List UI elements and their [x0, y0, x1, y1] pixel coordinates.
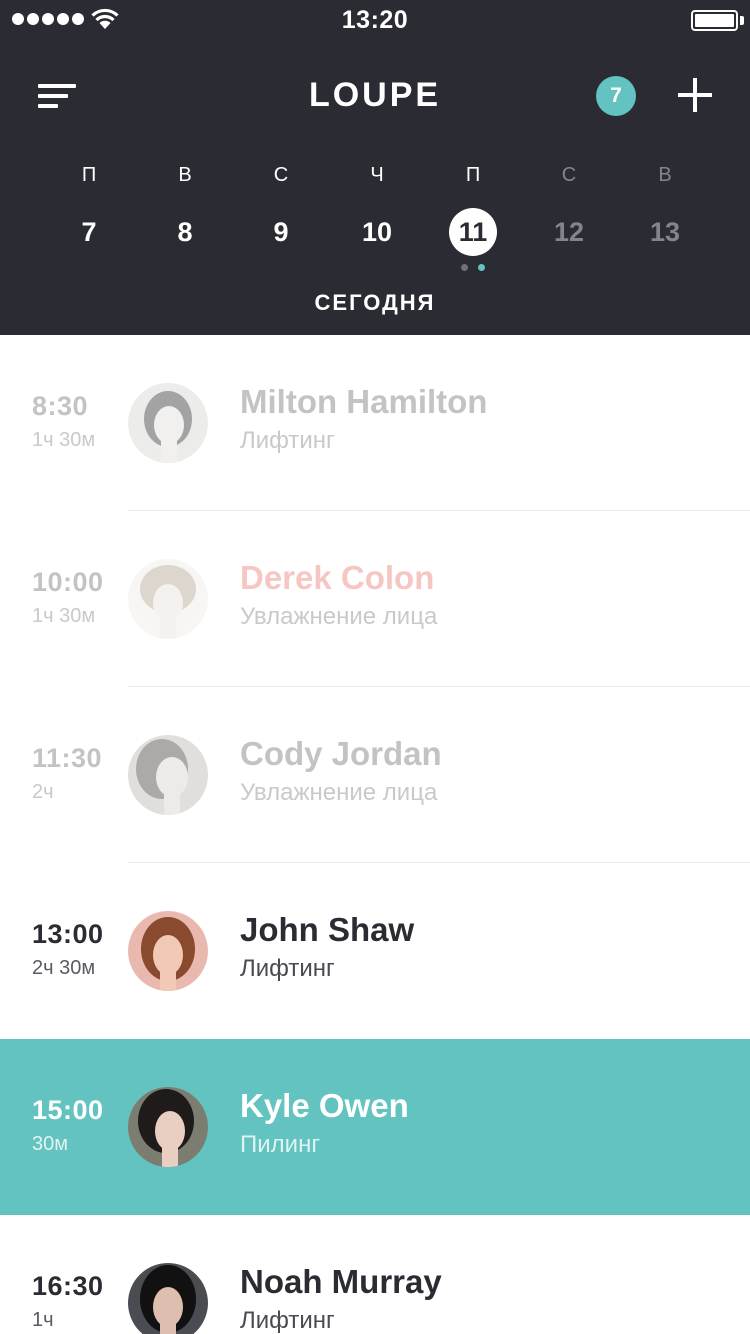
avatar — [128, 735, 208, 815]
day-number: 9 — [273, 217, 289, 247]
appointment-time: 8:30 — [32, 391, 89, 421]
client-name: Derek Colon — [240, 559, 435, 596]
service-name: Лифтинг — [240, 1307, 335, 1334]
day-8[interactable]: В 8 — [137, 160, 233, 256]
client-name: Cody Jordan — [240, 735, 442, 772]
dot-indicator-active — [478, 264, 485, 271]
avatar — [128, 383, 208, 463]
appointment-duration: 1ч 30м — [32, 605, 96, 627]
app-title: LOUPE — [308, 76, 442, 114]
today-label[interactable]: СЕГОДНЯ — [0, 290, 750, 316]
appointment-duration: 30м — [32, 1133, 68, 1155]
day-number: 13 — [649, 217, 681, 247]
notification-badge[interactable]: 7 — [596, 76, 636, 116]
appointment-row-current[interactable]: 15:00 30м Kyle Owen Пилинг — [0, 1039, 750, 1215]
appointment-time: 15:00 — [32, 1095, 104, 1125]
battery-icon — [691, 10, 738, 31]
client-name: Milton Hamilton — [240, 383, 488, 420]
header: 13:20 LOUPE 7 П 7 В 8 С 9 Ч 10 П 11 С 12… — [0, 0, 750, 335]
week-strip: П 7 В 8 С 9 Ч 10 П 11 С 12 В 13 — [41, 160, 713, 271]
day-10[interactable]: Ч 10 — [329, 160, 425, 256]
day-letter: С — [273, 164, 289, 186]
day-letter: П — [465, 164, 481, 186]
day-13[interactable]: В 13 — [617, 160, 713, 256]
day-letter: С — [561, 164, 577, 186]
day-number: 7 — [81, 217, 97, 247]
day-letter: Ч — [370, 164, 384, 186]
app-screen: 13:20 LOUPE 7 П 7 В 8 С 9 Ч 10 П 11 С 12… — [0, 0, 750, 1334]
appointment-duration: 1ч — [32, 1309, 54, 1331]
appointment-time: 11:30 — [32, 743, 103, 773]
appointment-row[interactable]: 11:30 2ч Cody Jordan Увлажнение лица — [0, 687, 750, 863]
appointment-row[interactable]: 13:00 2ч 30м John Shaw Лифтинг — [0, 863, 750, 1039]
day-letter: В — [658, 164, 672, 186]
service-name: Лифтинг — [240, 427, 335, 454]
day-letter: В — [178, 164, 192, 186]
appointment-dots — [425, 264, 521, 271]
day-number: 8 — [177, 217, 193, 247]
avatar — [128, 1087, 208, 1167]
day-letter: П — [81, 164, 97, 186]
day-number: 12 — [553, 217, 585, 247]
add-icon[interactable] — [678, 78, 712, 112]
day-12[interactable]: С 12 — [521, 160, 617, 256]
day-number: 10 — [361, 217, 393, 247]
appointment-duration: 2ч 30м — [32, 957, 96, 979]
battery-tip — [740, 16, 744, 25]
status-bar: 13:20 — [0, 0, 750, 40]
day-number: 11 — [449, 208, 497, 256]
avatar — [128, 911, 208, 991]
avatar — [128, 559, 208, 639]
service-name: Увлажнение лица — [240, 603, 438, 630]
client-name: Noah Murray — [240, 1263, 442, 1300]
appointment-row[interactable]: 10:00 1ч 30м Derek Colon Увлажнение лица — [0, 511, 750, 687]
service-name: Пилинг — [240, 1131, 321, 1158]
service-name: Увлажнение лица — [240, 779, 438, 806]
appointment-row[interactable]: 8:30 1ч 30м Milton Hamilton Лифтинг — [0, 335, 750, 511]
appointment-list: 8:30 1ч 30м Milton Hamilton Лифтинг 10:0… — [0, 335, 750, 1334]
day-7[interactable]: П 7 — [41, 160, 137, 256]
appointment-time: 13:00 — [32, 919, 104, 949]
dot-indicator — [461, 264, 468, 271]
appointment-row[interactable]: 16:30 1ч Noah Murray Лифтинг — [0, 1215, 750, 1334]
client-name: John Shaw — [240, 911, 415, 948]
appointment-time: 16:30 — [32, 1271, 104, 1301]
appointment-time: 10:00 — [32, 567, 104, 597]
service-name: Лифтинг — [240, 955, 335, 982]
avatar — [128, 1263, 208, 1334]
status-time: 13:20 — [341, 6, 409, 34]
appointment-duration: 1ч 30м — [32, 429, 96, 451]
client-name: Kyle Owen — [240, 1087, 409, 1124]
appointment-duration: 2ч — [32, 781, 54, 803]
day-11-selected[interactable]: П 11 — [425, 160, 521, 271]
day-9[interactable]: С 9 — [233, 160, 329, 256]
